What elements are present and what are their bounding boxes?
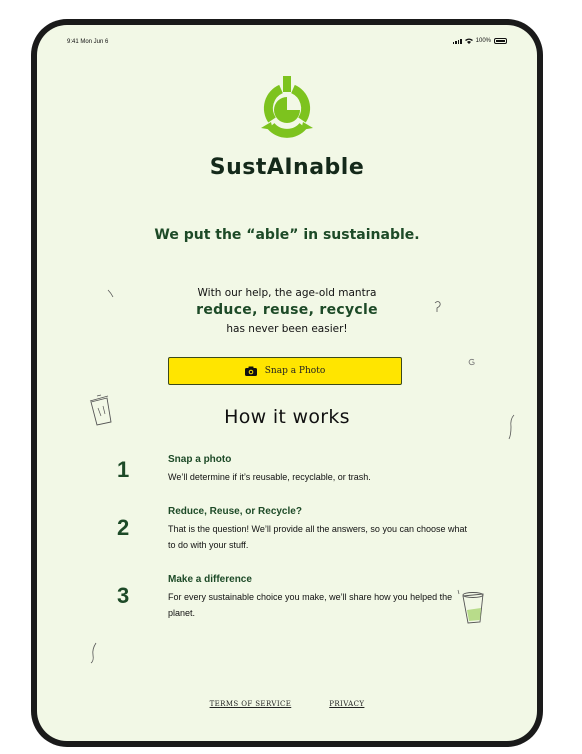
step-description: We’ll determine if it’s reusable, recycl… <box>168 472 371 482</box>
signal-icon <box>452 38 462 44</box>
scribble-icon <box>90 642 97 664</box>
scribble-icon <box>508 414 515 440</box>
terms-of-service-link[interactable]: TERMS OF SERVICE <box>210 700 292 708</box>
snap-photo-button[interactable]: Snap a Photo <box>168 357 402 385</box>
step-title: Snap a photo <box>168 454 232 465</box>
status-time: 9:41 Mon Jun 6 <box>67 39 109 45</box>
footer-links: TERMS OF SERVICE PRIVACY <box>37 700 537 708</box>
scribble-icon <box>468 358 475 366</box>
app-logo-icon <box>261 76 313 138</box>
wifi-icon <box>464 38 473 44</box>
tagline: We put the “able” in sustainable. <box>154 227 420 243</box>
step-number: 2 <box>117 515 130 540</box>
step-title: Make a difference <box>168 574 252 585</box>
step-description: For every sustainable choice you make, w… <box>168 592 453 618</box>
step-description: That is the question! We’ll provide all … <box>168 524 467 550</box>
scribble-icon <box>107 289 114 298</box>
mantra-text: reduce, reuse, recycle <box>196 302 378 318</box>
snap-photo-label: Snap a Photo <box>264 366 326 376</box>
status-indicators: 100% <box>452 38 507 44</box>
status-bar: 9:41 Mon Jun 6 100% <box>37 25 537 45</box>
trash-can-icon <box>89 394 112 426</box>
intro-line-2: has never been easier! <box>226 323 348 335</box>
step-title: Reduce, Reuse, or Recycle? <box>168 506 302 517</box>
scribble-icon <box>434 301 441 312</box>
cup-icon <box>457 589 484 624</box>
battery-icon <box>494 38 507 44</box>
privacy-link[interactable]: PRIVACY <box>329 700 364 708</box>
step-number: 3 <box>117 583 130 608</box>
camera-icon <box>244 366 257 376</box>
app-title: SustAInable <box>209 155 365 180</box>
app-screen: 9:41 Mon Jun 6 100% SustAInable We put t… <box>37 25 537 741</box>
battery-percent: 100% <box>475 38 491 44</box>
step-number: 1 <box>117 457 130 482</box>
